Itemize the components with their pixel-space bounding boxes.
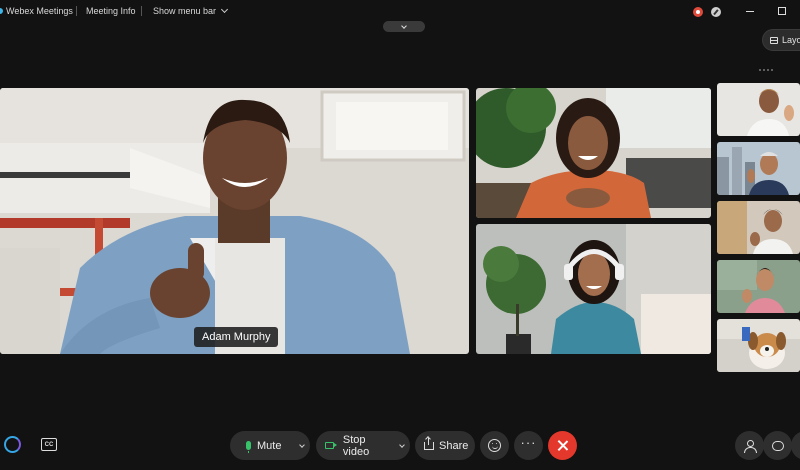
webex-assistant-icon[interactable] [4,436,21,453]
closed-captions-label: CC [44,441,54,448]
more-panels-button[interactable] [791,431,800,460]
mute-label: Mute [257,439,282,452]
share-button[interactable]: Share [415,431,475,460]
chat-icon [771,440,784,451]
chevron-down-icon [399,441,405,448]
video-control: Stop video [316,431,410,460]
record-icon[interactable] [693,7,703,17]
filmstrip-participant-video[interactable] [717,260,800,313]
webex-logo-icon [0,8,3,14]
participants-icon [744,439,757,453]
divider [76,6,77,16]
mute-control: Mute [230,431,310,460]
audio-options-button[interactable] [294,441,310,448]
closed-captions-icon[interactable]: CC [41,438,57,451]
show-menu-bar-label: Show menu bar [153,6,217,16]
reactions-button[interactable] [480,431,509,460]
more-options-button[interactable]: ··· [514,431,543,460]
mic-status-icon[interactable] [711,7,721,17]
share-label: Share [439,439,469,452]
video-options-button[interactable] [394,441,410,448]
title-bar: Webex Meetings Meeting Info Show menu ba… [0,0,800,22]
more-icon: ··· [520,435,537,450]
filmstrip-participant-video[interactable] [717,83,800,136]
minimize-icon[interactable] [746,11,754,12]
stop-video-button[interactable]: Stop video [316,434,394,458]
participants-button[interactable] [735,431,764,460]
divider [141,6,142,16]
show-menu-bar-button[interactable]: Show menu bar [153,5,229,16]
camera-icon [325,442,337,449]
share-icon [424,437,434,450]
filmstrip-drag-handle[interactable] [759,69,773,73]
filmstrip-participant-video[interactable] [717,142,800,195]
participant-video[interactable] [476,224,711,354]
end-call-button[interactable] [548,431,577,460]
reactions-icon [488,439,501,452]
meeting-info-button[interactable]: Meeting Info [86,6,136,16]
chevron-down-icon [221,5,229,14]
chevron-down-icon [299,441,305,448]
collapse-toolbar-button[interactable] [383,21,425,32]
chevron-down-icon [401,22,407,29]
filmstrip-participant-video[interactable] [717,201,800,254]
stop-video-label: Stop video [342,433,370,458]
active-speaker-name: Adam Murphy [194,327,279,347]
end-call-icon [557,440,568,451]
maximize-icon[interactable] [778,7,786,15]
chat-button[interactable] [763,431,792,460]
layout-icon [770,36,778,44]
layout-label: Layout [782,35,800,45]
filmstrip-participant-video[interactable] [717,319,800,372]
participant-video[interactable] [476,88,711,218]
layout-button[interactable]: Layout [762,29,800,51]
microphone-icon [246,441,251,453]
app-title: Webex Meetings [6,6,73,16]
active-speaker-video[interactable] [0,88,469,354]
mute-button[interactable]: Mute [230,439,294,453]
